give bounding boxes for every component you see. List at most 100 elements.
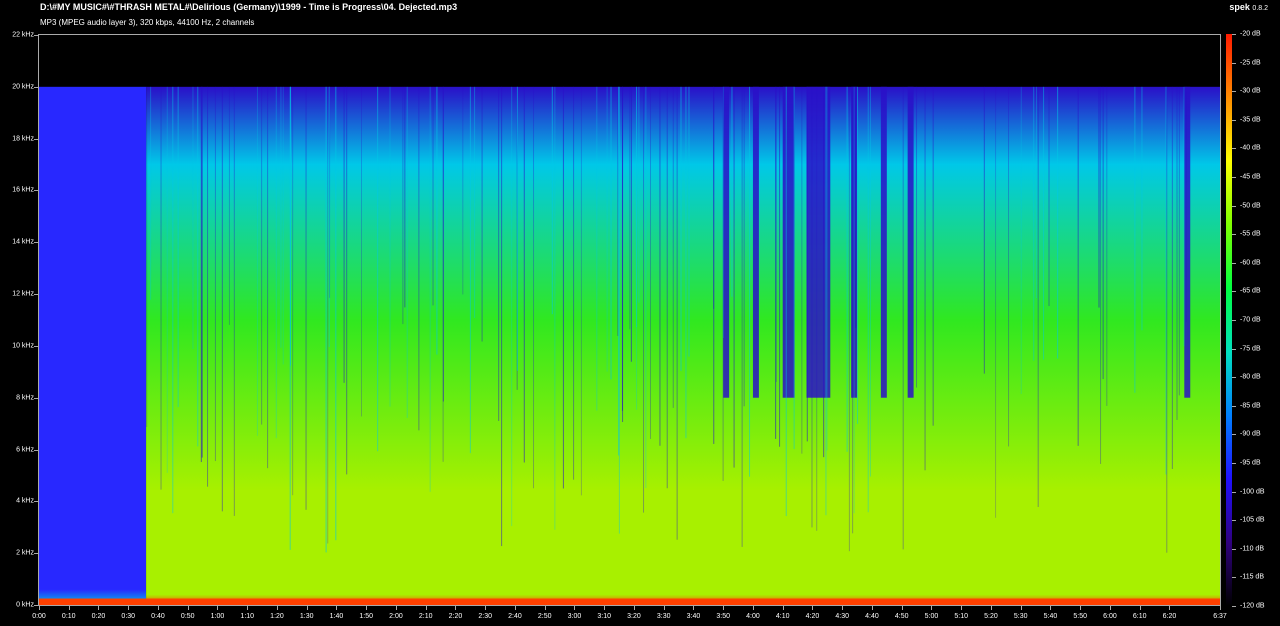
time-tick-label: 2:50	[537, 613, 552, 620]
transient-streak	[404, 86, 406, 308]
time-tick	[1109, 606, 1111, 610]
transient-streak	[775, 86, 777, 382]
time-tick-label: 6:00	[1103, 613, 1117, 620]
transient-streak	[672, 86, 674, 408]
transient-streak	[343, 86, 345, 383]
db-tick	[1232, 62, 1236, 64]
time-tick	[633, 606, 635, 610]
frequency-tick-label: 10 kHz	[12, 342, 34, 350]
time-tick-label: 0:50	[180, 613, 195, 620]
time-tick	[1139, 606, 1141, 610]
transient-streak	[361, 86, 363, 417]
transient-streak	[811, 86, 813, 528]
app-version: 0.8.2	[1252, 5, 1268, 12]
transient-streak	[562, 86, 564, 489]
transient-streak	[643, 86, 645, 513]
time-tick	[1050, 606, 1052, 610]
time-tick	[128, 606, 130, 610]
transient-streak	[177, 86, 179, 408]
db-tick-label: -25 dB	[1240, 59, 1261, 67]
transient-streak	[1100, 86, 1102, 464]
time-tick	[544, 606, 546, 610]
time-tick-label: 5:30	[1013, 613, 1028, 620]
transient-streak	[389, 86, 391, 407]
frequency-tick-label: 18 kHz	[12, 135, 34, 143]
transient-streak	[481, 86, 483, 342]
transient-streak	[596, 86, 598, 411]
db-tick-label: -115 dB	[1240, 573, 1264, 581]
transient-streak	[1037, 86, 1039, 507]
transient-streak	[1134, 86, 1136, 393]
transient-streak	[645, 86, 647, 489]
transient-streak	[1057, 86, 1059, 359]
db-tick	[1232, 348, 1236, 350]
db-tick	[1232, 377, 1236, 379]
time-tick-label: 6:10	[1132, 613, 1147, 620]
time-tick	[990, 606, 992, 610]
transient-streak	[867, 86, 869, 513]
transient-streak	[221, 86, 223, 512]
db-tick	[1232, 463, 1236, 464]
transient-streak	[554, 86, 556, 530]
transient-streak	[621, 86, 623, 411]
transient-streak	[793, 86, 795, 450]
frequency-tick	[34, 138, 38, 140]
frequency-tick-label: 0 kHz	[16, 601, 34, 609]
transient-streak	[779, 86, 781, 447]
transient-streak	[146, 86, 148, 427]
time-tick-label: 1:20	[270, 613, 284, 620]
spectrogram-area	[39, 35, 1220, 605]
transient-streak	[501, 86, 503, 547]
db-tick-label: -70 dB	[1240, 316, 1261, 324]
db-tick-label: -105 dB	[1240, 516, 1265, 524]
quiet-region	[782, 86, 795, 398]
app-name: spek	[1229, 2, 1250, 12]
transient-streak	[327, 86, 329, 544]
transient-streak	[801, 86, 803, 454]
time-tick	[395, 606, 397, 610]
time-tick	[1080, 606, 1082, 610]
transient-streak	[200, 86, 202, 463]
transient-streak	[325, 86, 327, 553]
transient-streak	[1020, 86, 1022, 395]
transient-streak	[853, 86, 855, 514]
time-tick-label: 1:00	[210, 613, 225, 620]
file-path-title: D:\#MY MUSIC#\#THRASH METAL#\Delirious (…	[40, 2, 458, 12]
transient-streak	[629, 86, 631, 330]
time-tick-label: 5:00	[924, 613, 939, 620]
frequency-tick	[34, 553, 38, 555]
transient-streak	[1176, 86, 1178, 420]
transient-streak	[282, 86, 284, 365]
db-tick-label: -55 dB	[1240, 230, 1261, 238]
transient-streak	[214, 86, 216, 462]
db-tick	[1232, 491, 1236, 493]
transient-streak	[743, 86, 745, 407]
time-tick	[842, 606, 844, 610]
transient-streak	[1102, 86, 1104, 380]
transient-streak	[533, 86, 535, 489]
time-tick-label: 0:00	[32, 613, 46, 620]
time-tick	[68, 606, 70, 610]
time-tick	[247, 606, 249, 610]
transient-streak	[610, 86, 612, 380]
time-tick	[871, 606, 873, 610]
transient-streak	[823, 86, 825, 458]
transient-streak	[228, 86, 230, 325]
db-tick-label: -45 dB	[1240, 173, 1261, 181]
frequency-tick-label: 16 kHz	[12, 186, 34, 194]
transient-streak	[733, 86, 735, 468]
frequency-tick	[34, 397, 38, 399]
db-tick	[1232, 119, 1236, 121]
transient-streak	[172, 86, 174, 514]
db-tick-label: -100 dB	[1240, 488, 1265, 496]
time-tick	[663, 606, 665, 610]
spectrogram-plot	[38, 34, 1221, 606]
time-tick-label: 5:50	[1073, 613, 1087, 620]
time-tick	[812, 606, 814, 610]
db-tick-label: -50 dB	[1240, 202, 1261, 210]
db-tick-label: -80 dB	[1240, 373, 1261, 381]
transient-streak	[1036, 86, 1038, 299]
frequency-tick-label: 4 kHz	[16, 497, 34, 505]
transient-streak	[197, 86, 199, 447]
time-tick-label: 2:20	[448, 613, 463, 620]
